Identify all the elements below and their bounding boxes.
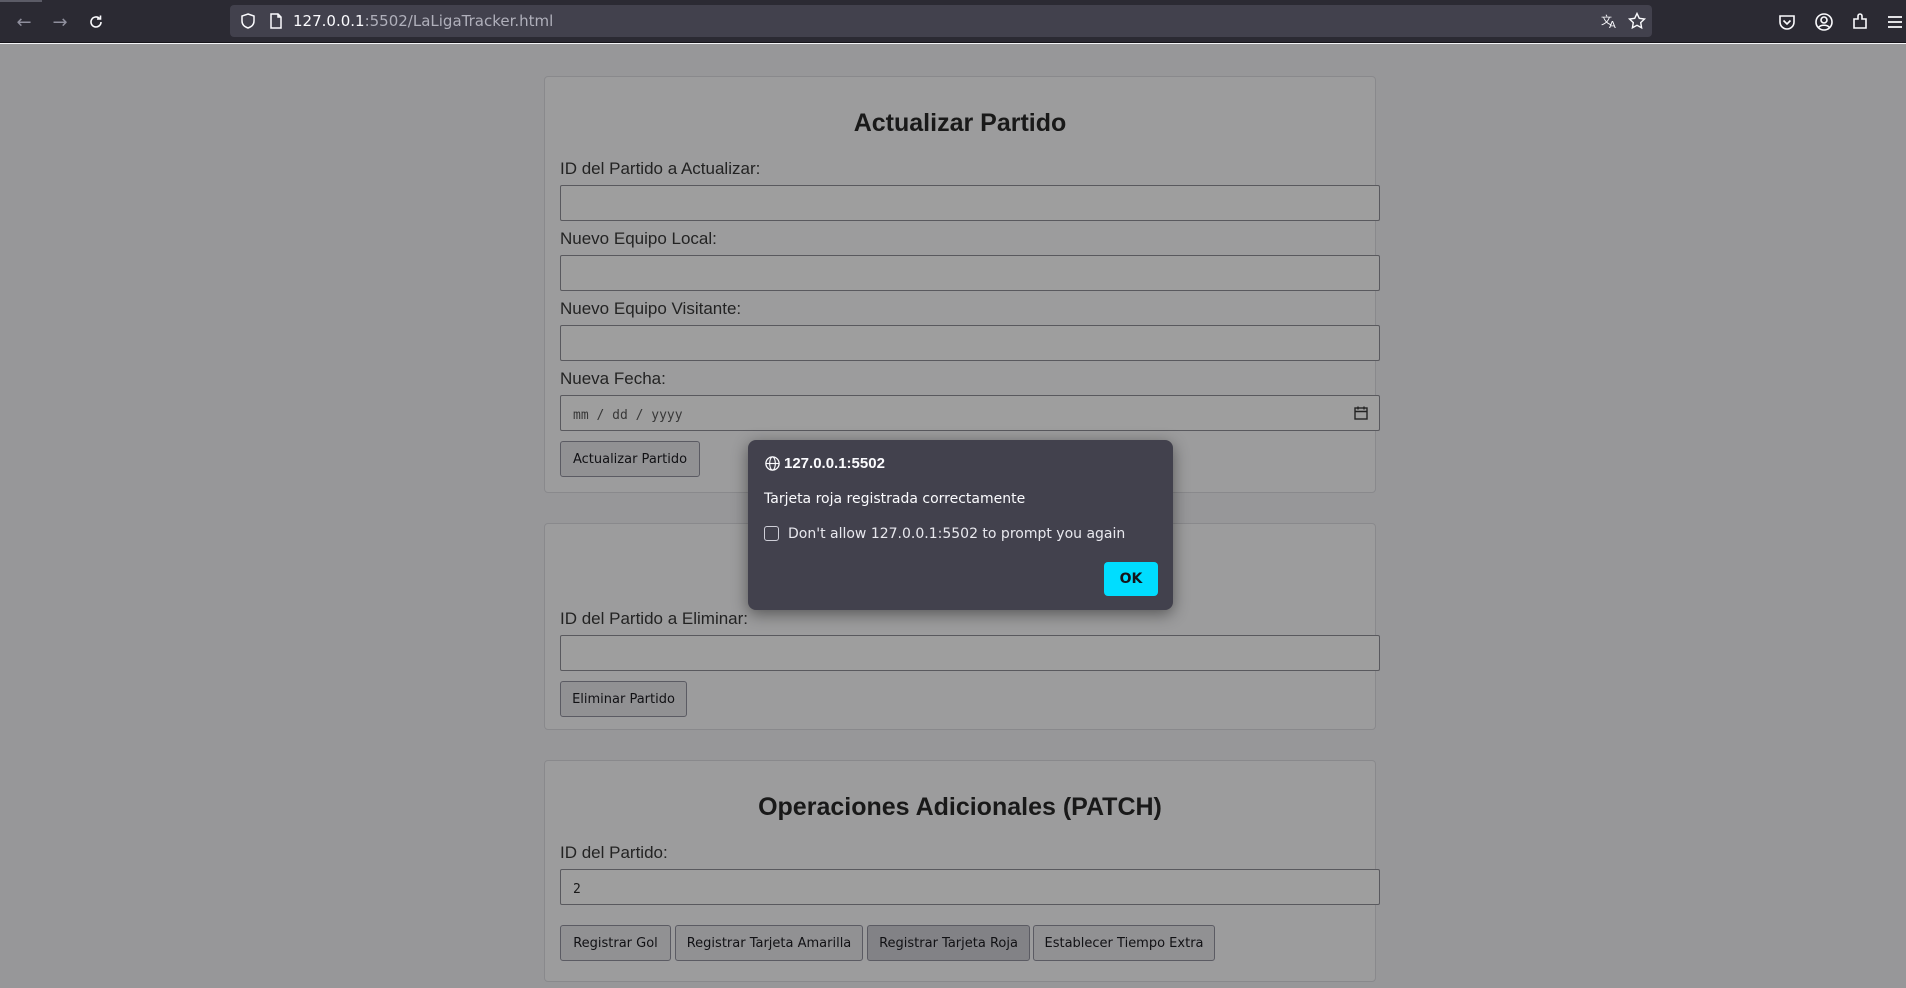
extensions-icon[interactable] — [1849, 11, 1871, 33]
page-icon[interactable] — [266, 11, 286, 31]
translate-icon[interactable]: 文A — [1599, 11, 1619, 31]
url-text[interactable]: 127.0.0.1:5502/LaLigaTracker.html — [293, 12, 553, 30]
reload-icon[interactable] — [82, 8, 110, 36]
svg-text:A: A — [1609, 20, 1616, 31]
address-bar[interactable]: 127.0.0.1:5502/LaLigaTracker.html 文A — [230, 5, 1652, 37]
dialog-message: Tarjeta roja registrada correctamente — [764, 491, 1026, 507]
globe-icon — [765, 456, 780, 471]
dialog-origin: 127.0.0.1:5502 — [784, 455, 885, 472]
bookmark-star-icon[interactable] — [1627, 11, 1647, 31]
suppress-prompts-checkbox[interactable] — [764, 526, 779, 541]
browser-toolbar: ← → 127.0.0.1:5502/LaLigaTracker.html 文A — [0, 0, 1906, 43]
suppress-prompts-label[interactable]: Don't allow 127.0.0.1:5502 to prompt you… — [788, 526, 1125, 542]
tab-indicator — [0, 0, 42, 2]
shield-icon[interactable] — [238, 11, 258, 31]
back-arrow-icon[interactable]: ← — [10, 8, 38, 36]
menu-icon[interactable] — [1884, 11, 1906, 33]
ok-button[interactable]: OK — [1104, 562, 1158, 596]
alert-dialog: 127.0.0.1:5502 Tarjeta roja registrada c… — [748, 440, 1173, 610]
account-icon[interactable] — [1813, 11, 1835, 33]
forward-arrow-icon[interactable]: → — [46, 8, 74, 36]
pocket-icon[interactable] — [1776, 11, 1798, 33]
